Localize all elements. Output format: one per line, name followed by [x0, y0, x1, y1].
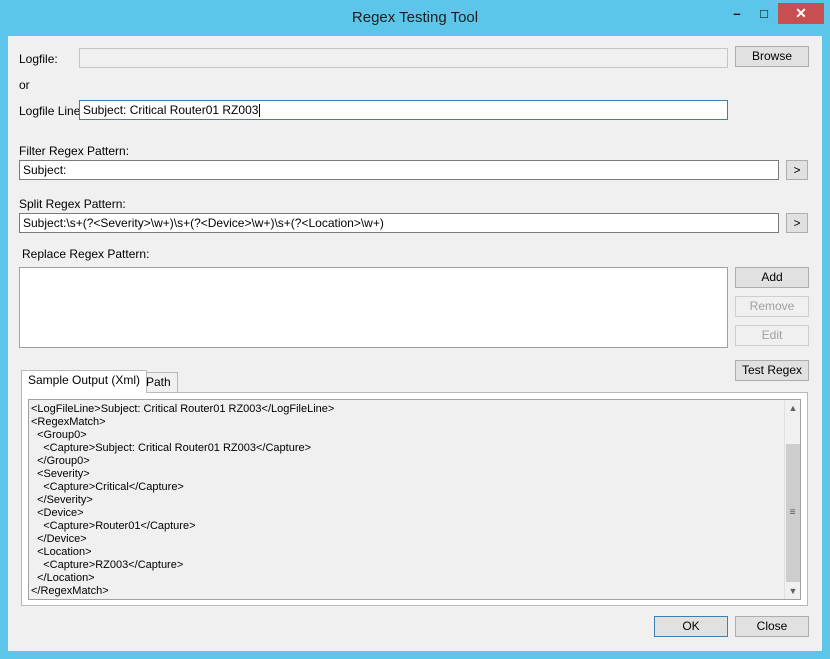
- close-icon: ✕: [795, 5, 807, 21]
- output-line: <Group0>: [31, 429, 87, 441]
- sample-output-text[interactable]: <LogFileLine>Subject: Critical Router01 …: [28, 399, 801, 600]
- scroll-grip-icon: ≡: [789, 507, 796, 518]
- dialog-body: Logfile: Browse or Logfile Line: Subject…: [8, 36, 822, 651]
- add-button[interactable]: Add: [735, 267, 809, 288]
- output-line: </RegexMatch>: [31, 585, 109, 597]
- split-regex-input[interactable]: Subject:\s+(?<Severity>\w+)\s+(?<Device>…: [19, 213, 779, 233]
- maximize-button[interactable]: □: [751, 3, 777, 24]
- edit-button[interactable]: Edit: [735, 325, 809, 346]
- logfile-line-input[interactable]: Subject: Critical Router01 RZ003: [79, 100, 728, 120]
- output-line: </Group0>: [31, 455, 90, 467]
- split-regex-label: Split Regex Pattern:: [19, 197, 126, 211]
- remove-button[interactable]: Remove: [735, 296, 809, 317]
- filter-regex-label: Filter Regex Pattern:: [19, 144, 130, 158]
- output-line: <RegexMatch>: [31, 416, 106, 428]
- logfile-input[interactable]: [79, 48, 728, 68]
- replace-regex-list[interactable]: [19, 267, 728, 348]
- tab-sample-output[interactable]: Sample Output (Xml): [21, 370, 148, 393]
- minimize-icon: –: [733, 6, 741, 21]
- title-bar[interactable]: Regex Testing Tool – □ ✕: [0, 0, 830, 36]
- output-scrollbar[interactable]: ▲ ≡ ▼: [784, 400, 800, 599]
- text-caret: [259, 104, 261, 118]
- output-line: <Device>: [31, 507, 84, 519]
- regex-testing-window: Regex Testing Tool – □ ✕ Logfile: Browse…: [0, 0, 830, 659]
- scroll-up-icon[interactable]: ▲: [785, 400, 800, 416]
- logfile-line-label: Logfile Line:: [19, 104, 84, 118]
- close-window-button[interactable]: ✕: [778, 3, 824, 24]
- output-line: <Capture>Router01</Capture>: [31, 520, 196, 532]
- tab-panel: <LogFileLine>Subject: Critical Router01 …: [21, 392, 808, 606]
- replace-regex-label: Replace Regex Pattern:: [22, 247, 150, 261]
- output-line: </Severity>: [31, 494, 93, 506]
- minimize-button[interactable]: –: [724, 3, 750, 24]
- close-button[interactable]: Close: [735, 616, 809, 637]
- output-line: <LogFileLine>Subject: Critical Router01 …: [31, 403, 335, 415]
- ok-button[interactable]: OK: [654, 616, 728, 637]
- filter-regex-input[interactable]: Subject:: [19, 160, 779, 180]
- output-line: <Capture>RZ003</Capture>: [31, 559, 184, 571]
- output-line: </Device>: [31, 533, 87, 545]
- browse-button[interactable]: Browse: [735, 46, 809, 67]
- output-line: <Capture>Critical</Capture>: [31, 481, 184, 493]
- output-lines: <LogFileLine>Subject: Critical Router01 …: [31, 403, 334, 598]
- logfile-line-value: Subject: Critical Router01 RZ003: [83, 103, 259, 117]
- maximize-icon: □: [760, 6, 768, 21]
- scroll-down-icon[interactable]: ▼: [785, 583, 800, 599]
- output-line: <Capture>Subject: Critical Router01 RZ00…: [31, 442, 312, 454]
- output-line: <Location>: [31, 546, 92, 558]
- test-regex-button[interactable]: Test Regex: [735, 360, 809, 381]
- or-label: or: [19, 78, 30, 92]
- window-title: Regex Testing Tool: [351, 9, 479, 26]
- filter-run-button[interactable]: >: [786, 160, 808, 180]
- output-line: </Location>: [31, 572, 95, 584]
- logfile-label: Logfile:: [19, 52, 58, 66]
- split-run-button[interactable]: >: [786, 213, 808, 233]
- output-line: <Severity>: [31, 468, 90, 480]
